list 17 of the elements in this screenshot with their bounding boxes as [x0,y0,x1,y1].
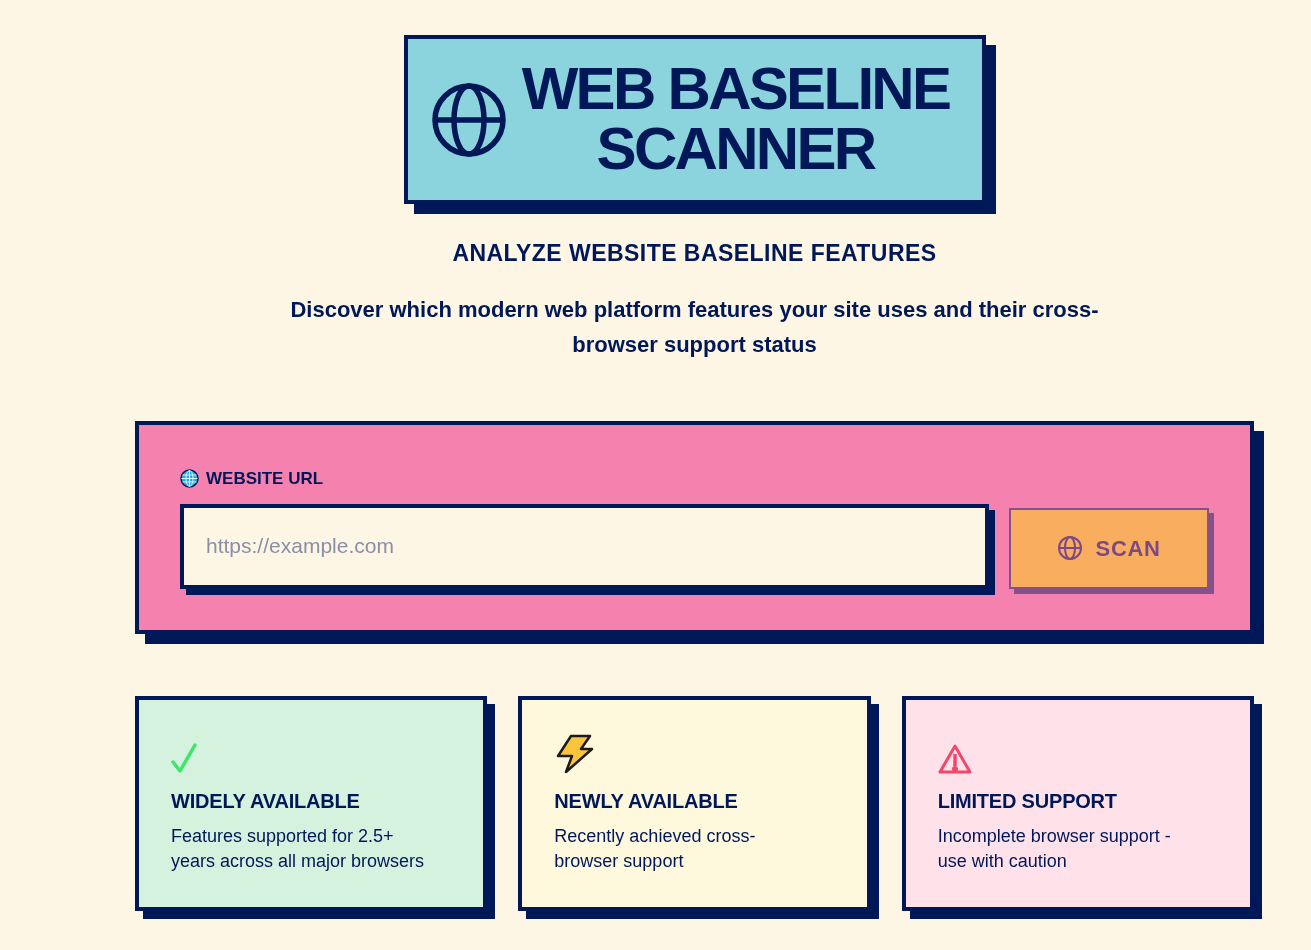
card-title: WIDELY AVAILABLE [171,789,361,814]
globe-icon [1057,536,1082,560]
card-description: Recently achieved cross-browser support [554,825,757,873]
field-label: WEBSITE URL [206,468,324,490]
globe-icon [431,82,506,157]
app-title: WEB BASELINE SCANNER [520,58,951,179]
description: Discover which modern web platform features your site uses and their cross-browser support status [289,296,1100,359]
warning-icon [937,744,972,774]
card-title: NEWLY AVAILABLE [554,789,739,814]
tagline: ANALYZE WEBSITE BASELINE FEATURES [452,239,937,268]
check-icon [171,742,197,774]
card-description: Features supported for 2.5+ years across all major browsers [171,825,426,873]
url-input-field[interactable]: https://example.com [180,503,990,589]
globe-icon [180,469,199,489]
card-title: LIMITED SUPPORT [937,789,1118,814]
card-description: Incomplete browser support - use with caution [937,825,1172,873]
lightning-icon [554,734,595,774]
